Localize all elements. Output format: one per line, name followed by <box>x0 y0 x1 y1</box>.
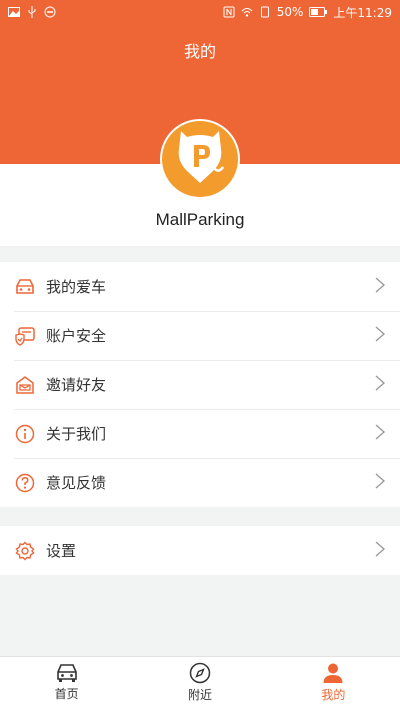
username[interactable]: MallParking <box>0 210 400 230</box>
invite-house-icon <box>14 374 36 396</box>
image-icon <box>8 7 20 17</box>
tab-label: 我的 <box>321 688 346 702</box>
menu-item-label: 账户安全 <box>46 327 107 345</box>
info-icon <box>14 423 36 445</box>
parking-logo-icon <box>178 131 225 183</box>
question-icon <box>14 472 36 494</box>
tab-me[interactable]: 我的 <box>267 657 400 708</box>
menu-item-invite-friends[interactable]: 邀请好友 <box>0 360 400 409</box>
car-icon <box>56 664 77 682</box>
menu-item-label: 我的爱车 <box>46 278 107 296</box>
sim-icon <box>260 6 269 18</box>
person-icon <box>323 663 343 683</box>
menu-item-label: 意见反馈 <box>46 474 107 492</box>
usb-icon <box>28 6 36 18</box>
menu-group-settings: 设置 <box>0 526 400 575</box>
tab-nearby[interactable]: 附近 <box>133 657 266 708</box>
page-title: 我的 <box>183 42 216 61</box>
menu-item-about-us[interactable]: 关于我们 <box>0 409 400 458</box>
compass-icon <box>189 662 211 684</box>
status-bar: 50% 上午11:29 <box>0 0 400 24</box>
menu-item-label: 邀请好友 <box>46 376 107 394</box>
wifi-icon <box>241 8 253 17</box>
battery-percent: 50% <box>276 5 304 19</box>
shield-card-icon <box>14 325 36 347</box>
bottom-tab-bar: 首页 附近 我的 <box>0 656 400 708</box>
menu-item-feedback[interactable]: 意见反馈 <box>0 458 400 507</box>
battery-icon <box>309 7 328 17</box>
avatar[interactable] <box>160 119 240 199</box>
clock: 上午11:29 <box>333 5 392 20</box>
chevron-right-icon <box>375 375 386 391</box>
menu-item-label: 关于我们 <box>46 425 107 443</box>
tab-label: 附近 <box>187 688 212 702</box>
menu-item-my-car[interactable]: 我的爱车 <box>0 262 400 311</box>
tab-home[interactable]: 首页 <box>0 657 133 708</box>
menu-item-account-security[interactable]: 账户安全 <box>0 311 400 360</box>
gear-icon <box>14 540 36 562</box>
menu-group-main: 我的爱车 账户安全 邀请好友 关于我们 意见反馈 <box>0 262 400 507</box>
chevron-right-icon <box>375 424 386 440</box>
car-icon <box>14 276 36 298</box>
nfc-icon <box>223 6 235 18</box>
menu-item-label: 设置 <box>46 542 77 560</box>
menu-item-settings[interactable]: 设置 <box>0 526 400 575</box>
chevron-right-icon <box>375 473 386 489</box>
chevron-right-icon <box>375 326 386 342</box>
tab-label: 首页 <box>54 687 79 701</box>
minus-circle-icon <box>44 6 56 18</box>
chevron-right-icon <box>375 277 386 293</box>
chevron-right-icon <box>375 541 386 557</box>
